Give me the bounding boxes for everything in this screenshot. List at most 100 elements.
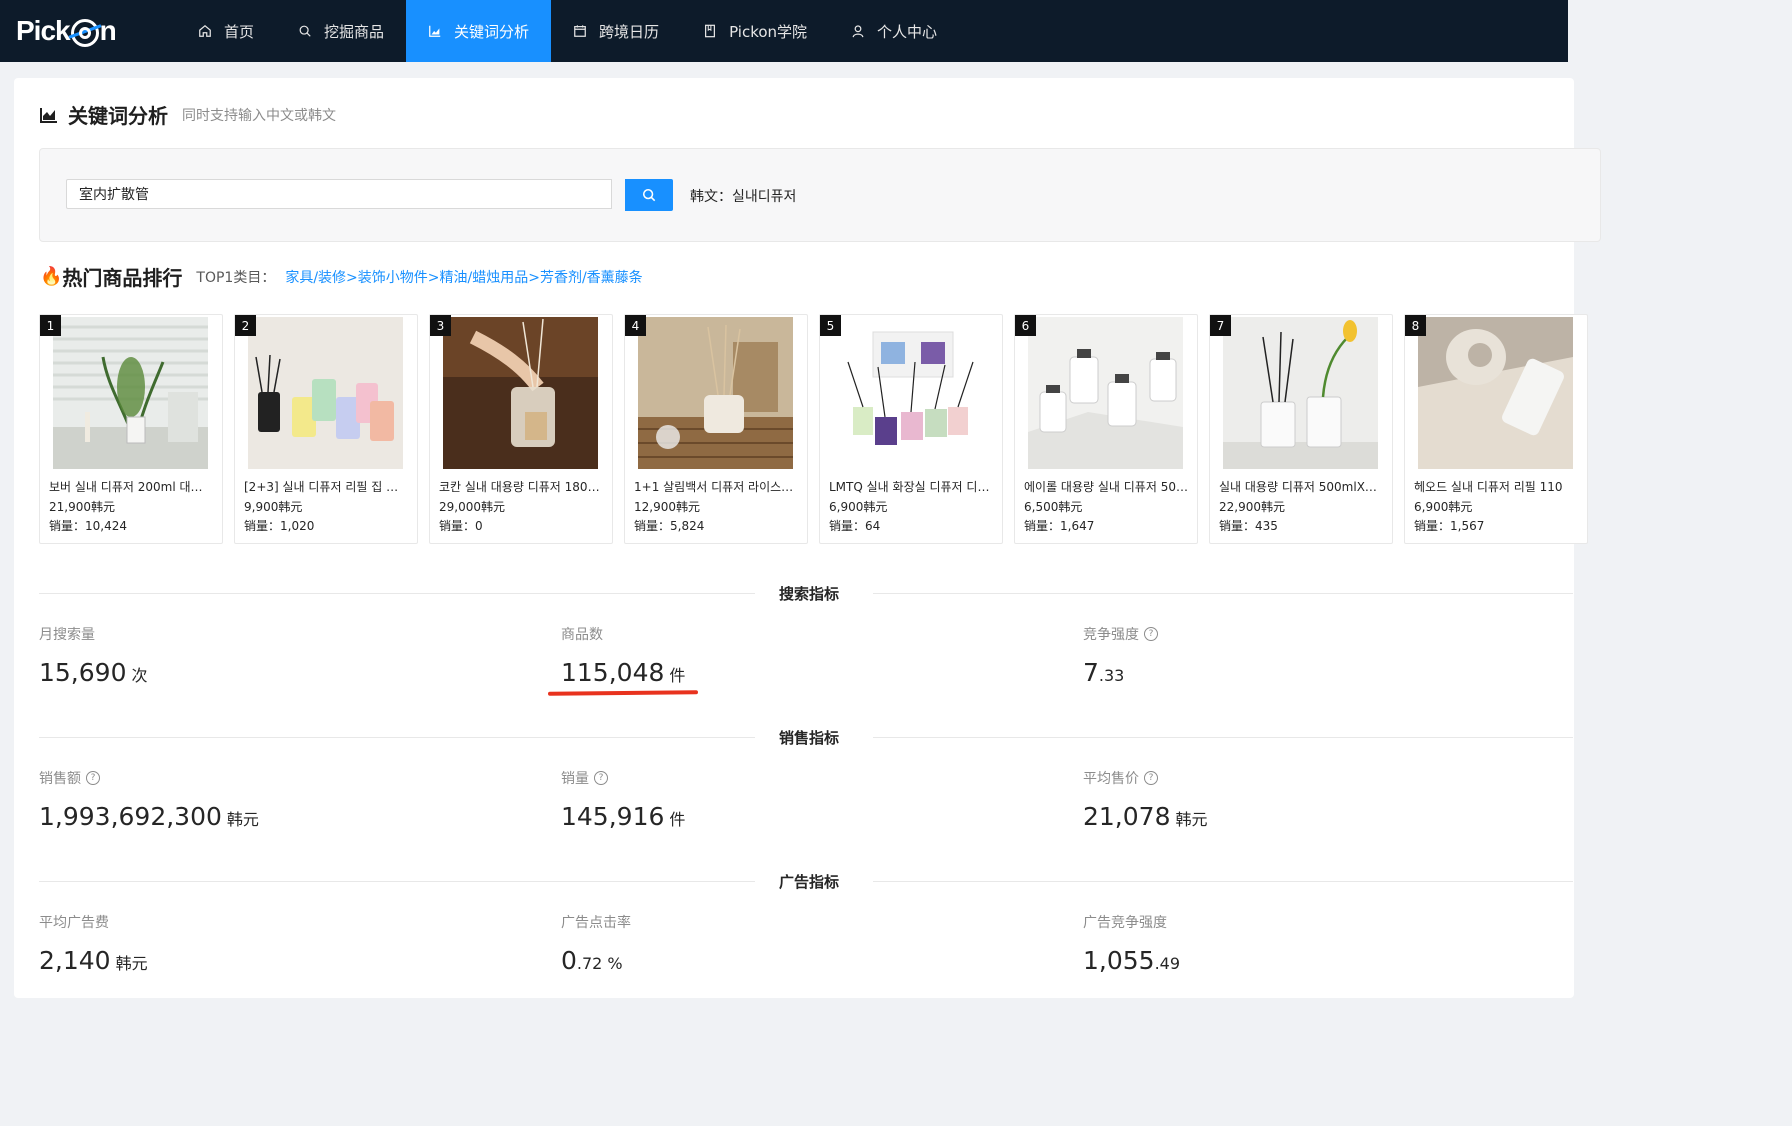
product-price: 6,900韩元 [829, 500, 888, 514]
metric-label: 月搜索量 [39, 627, 95, 643]
metric-label: 广告点击率 [561, 915, 631, 931]
product-sales: 销量：64 [829, 519, 881, 533]
nav-academy[interactable]: Pickon学院 [681, 0, 829, 62]
nav-calendar[interactable]: 跨境日历 [551, 0, 681, 62]
rank-badge: 4 [625, 315, 646, 336]
korean-label: 韩文： [690, 189, 732, 205]
sales-metrics-header: 销售指标 [39, 727, 1573, 747]
product-image[interactable] [638, 317, 793, 469]
product-image[interactable] [1028, 317, 1183, 469]
product-price: 12,900韩元 [634, 500, 700, 514]
nav-keyword-analysis[interactable]: 关键词分析 [406, 0, 552, 62]
product-image[interactable] [1223, 317, 1378, 469]
product-image[interactable] [53, 317, 208, 469]
nav-profile[interactable]: 个人中心 [829, 0, 959, 62]
metric-value: 15,690 次 [39, 658, 148, 687]
product-name[interactable]: [2+3] 실내 디퓨저 리필 집 실내 향기 [244, 478, 408, 495]
metric-value: 1,055.49 [1083, 946, 1181, 975]
product-card[interactable]: 3 코칸 실내 대용량 디퓨저 180ml 세트 29,000韩元 销量：0 [429, 314, 613, 544]
metric-avg-price: 平均售价? 21,078 韩元 [1083, 768, 1208, 831]
keyword-search-input[interactable] [66, 179, 612, 209]
product-image[interactable] [833, 317, 988, 469]
metric-label: 广告竞争强度 [1083, 915, 1167, 931]
nav-mining-label: 挖掘商品 [324, 22, 385, 41]
search-button[interactable] [625, 179, 673, 211]
divider [39, 737, 755, 738]
product-image[interactable] [443, 317, 598, 469]
metric-avg-ad-fee: 平均广告费 2,140 韩元 [39, 912, 148, 975]
metric-value: 21,078 韩元 [1083, 802, 1208, 831]
search-icon [642, 188, 656, 202]
metric-value: 1,993,692,300 韩元 [39, 802, 259, 831]
divider [873, 737, 1573, 738]
hot-products-header: 🔥 热门商品排行 TOP1类目： 家具/装修>装饰小物件>精油/蜡烛用品>芳香剂… [40, 262, 643, 291]
rank-badge: 5 [820, 315, 841, 336]
product-card[interactable]: 7 실내 대용량 디퓨저 500mlX2 세트 22,900韩元 销量：435 [1209, 314, 1393, 544]
product-card[interactable]: 4 1+1 살림백서 디퓨저 라이스&화이트 12,900韩元 销量：5,824 [624, 314, 808, 544]
divider [873, 593, 1573, 594]
metric-sales-volume: 销量? 145,916 件 [561, 768, 685, 831]
product-name[interactable]: LMTQ 실내 화장실 디퓨저 디자인 세트 [829, 478, 993, 495]
sales-metrics-title: 销售指标 [779, 729, 840, 747]
user-icon [852, 25, 864, 38]
red-underline-annotation [547, 690, 699, 696]
product-name[interactable]: 코칸 실내 대용량 디퓨저 180ml 세트 [439, 478, 603, 495]
product-name[interactable]: 실내 대용량 디퓨저 500mlX2 세트 [1219, 478, 1383, 495]
metric-value: 115,048 件 [561, 658, 686, 687]
rank-badge: 6 [1015, 315, 1036, 336]
nav-calendar-label: 跨境日历 [599, 22, 660, 41]
product-name[interactable]: 헤오드 실내 디퓨저 리필 110 [1414, 478, 1578, 495]
nav-keyword-label: 关键词分析 [454, 22, 530, 41]
product-sales: 销量：435 [1219, 519, 1278, 533]
product-price: 9,900韩元 [244, 500, 303, 514]
top1-category-link[interactable]: 家具/装修>装饰小物件>精油/蜡烛用品>芳香剂/香薰藤条 [285, 267, 642, 287]
help-icon[interactable]: ? [86, 771, 100, 785]
product-name[interactable]: 에이롤 대용량 실내 디퓨저 500ml 세트 [1024, 478, 1188, 495]
product-name[interactable]: 1+1 살림백서 디퓨저 라이스&화이트 [634, 478, 798, 495]
product-sales: 销量：1,020 [244, 519, 315, 533]
top-navbar: Pick n 首页 挖掘商品 关键词分析 跨境日历 Pickon学院 个人中心 [0, 0, 1568, 62]
logo-text-pre: Pick [16, 15, 71, 46]
nav-home[interactable]: 首页 [176, 0, 276, 62]
nav-academy-label: Pickon学院 [729, 22, 808, 41]
product-name[interactable]: 보버 실내 디퓨저 200ml 대용량 리필 [49, 478, 213, 495]
product-price: 6,900韩元 [1414, 500, 1473, 514]
metric-label: 销量? [561, 768, 685, 788]
product-card[interactable]: 1 보버 실내 디퓨저 200ml 대용량 리필 21,900韩元 销量：10,… [39, 314, 223, 544]
help-icon[interactable]: ? [1144, 627, 1158, 641]
area-chart-icon [40, 107, 57, 123]
product-card[interactable]: 6 에이롤 대용량 실내 디퓨저 500ml 세트 6,500韩元 销量：1,6… [1014, 314, 1198, 544]
metric-label: 销售额? [39, 768, 259, 788]
pickon-logo[interactable]: Pick n [0, 0, 176, 62]
product-card[interactable]: 5 LMTQ 실내 화장실 디퓨저 디자인 세트 6,900韩元 销量：64 [819, 314, 1003, 544]
logo-target-icon [70, 19, 99, 47]
divider [873, 881, 1573, 882]
divider [39, 881, 755, 882]
page-subtitle: 同时支持输入中文或韩文 [182, 107, 336, 124]
product-sales: 销量：10,424 [49, 519, 127, 533]
product-price: 6,500韩元 [1024, 500, 1083, 514]
page-header: 关键词分析 同时支持输入中文或韩文 [40, 100, 336, 129]
nav-mining[interactable]: 挖掘商品 [276, 0, 406, 62]
help-icon[interactable]: ? [594, 771, 608, 785]
product-card[interactable]: 8 헤오드 실내 디퓨저 리필 110 6,900韩元 销量：1,567 [1404, 314, 1588, 544]
rank-badge: 7 [1210, 315, 1231, 336]
chart-icon [429, 25, 441, 37]
search-metrics-title: 搜索指标 [779, 585, 840, 603]
metric-monthly-search: 月搜索量 15,690 次 [39, 624, 148, 687]
fire-icon: 🔥 [40, 266, 63, 287]
help-icon[interactable]: ? [1144, 771, 1158, 785]
metric-ad-ctr: 广告点击率 0.72% [561, 912, 631, 975]
search-metrics-header: 搜索指标 [39, 583, 1573, 603]
metric-sales-amount: 销售额? 1,993,692,300 韩元 [39, 768, 259, 831]
product-image[interactable] [248, 317, 403, 469]
rank-badge: 8 [1405, 315, 1426, 336]
calendar-icon [574, 25, 586, 37]
product-image[interactable] [1418, 317, 1573, 469]
book-icon [705, 24, 716, 38]
korean-value: 실내디퓨저 [732, 189, 797, 205]
rank-badge: 1 [40, 315, 61, 336]
metric-ad-competition: 广告竞争强度 1,055.49 [1083, 912, 1180, 975]
product-card[interactable]: 2 [2+3] 실내 디퓨저 리필 집 실내 향기 9,900韩元 销量：1,0… [234, 314, 418, 544]
product-price: 21,900韩元 [49, 500, 115, 514]
